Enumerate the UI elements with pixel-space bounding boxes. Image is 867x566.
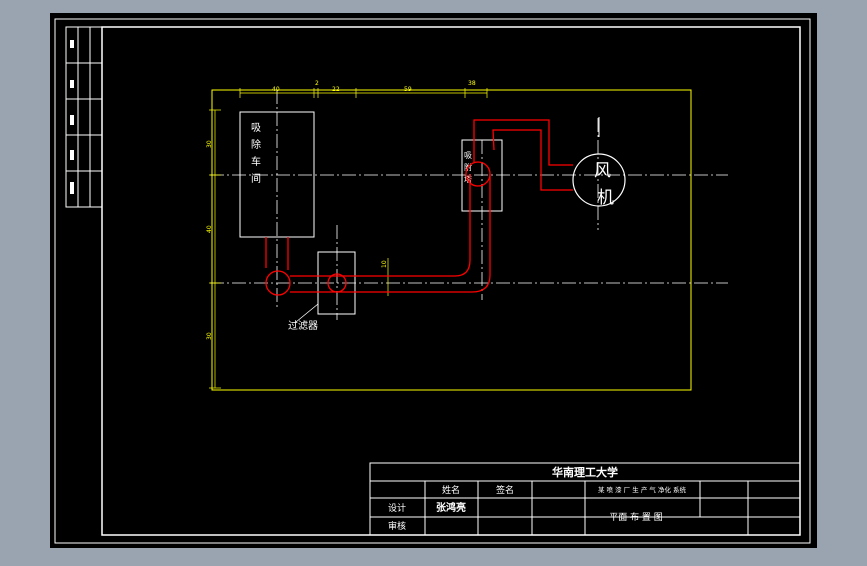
dim-left-3: 30: [206, 332, 213, 340]
workshop-char-3: 车: [251, 155, 261, 168]
title-col-name: 姓名: [442, 484, 460, 496]
filter-label: 过滤器: [288, 319, 318, 332]
title-designer: 张鸿亮: [436, 501, 466, 514]
dim-left-1: 30: [206, 140, 213, 148]
fan-char-1: 风: [594, 161, 611, 181]
cad-viewport: 40 2 22 59 38 30 40 30 10 吸 除 车 间 过滤器 吸 …: [0, 0, 867, 562]
dim-top-5: 38: [468, 80, 476, 87]
title-row-design: 设计: [388, 502, 406, 514]
dim-top-2: 2: [315, 80, 319, 87]
adsorber-char-1: 吸: [464, 151, 472, 160]
workshop-char-2: 除: [251, 138, 261, 151]
drawing-canvas: 40 2 22 59 38 30 40 30 10 吸 除 车 间 过滤器 吸 …: [50, 13, 817, 548]
dim-top-1: 40: [272, 86, 280, 93]
title-school: 华南理工大学: [552, 465, 618, 479]
fan-char-2: 机: [597, 188, 614, 208]
dim-top-4: 59: [404, 86, 412, 93]
dim-top-3: 22: [332, 86, 340, 93]
dim-filter-gap: 10: [381, 260, 388, 268]
title-row-review: 审核: [388, 520, 406, 532]
dim-left-2: 40: [206, 225, 213, 233]
title-col-sign: 签名: [496, 484, 514, 496]
title-drawing: 平面 布 置 图: [609, 511, 663, 523]
workshop-char-1: 吸: [251, 123, 261, 134]
adsorber-char-3: 塔: [464, 174, 472, 184]
workshop-char-4: 间: [251, 172, 261, 185]
title-project: 某 喷 漆 厂 生 产 气 净化 系统: [598, 485, 687, 494]
